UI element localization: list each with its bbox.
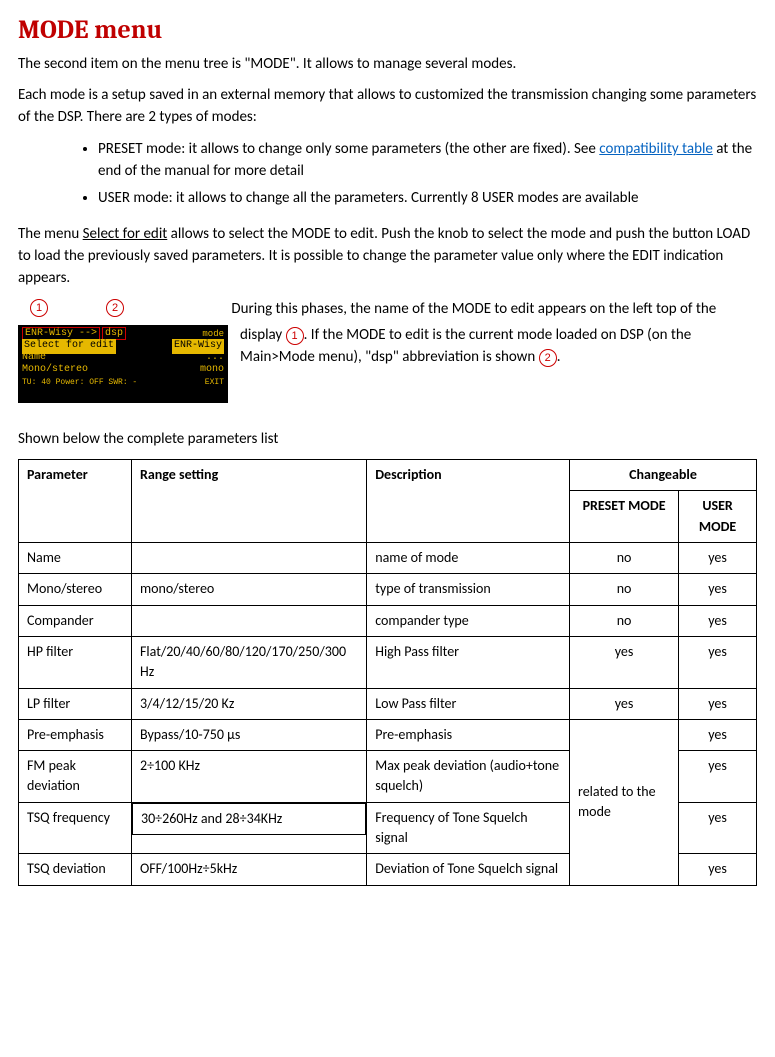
cell: yes <box>679 636 757 688</box>
lcd-row: Mono/stereo <box>22 363 88 378</box>
lcd-row-val: mono <box>200 363 224 378</box>
th-range: Range setting <box>131 460 366 543</box>
list-text: PRESET mode: it allows to change only so… <box>98 140 599 158</box>
cell: HP filter <box>19 636 132 688</box>
table-row: Pre-emphasis Bypass/10-750 µs Pre-emphas… <box>19 719 757 750</box>
th-preset-mode: PRESET MODE <box>570 491 679 543</box>
cell: Flat/20/40/60/80/120/170/250/300 Hz <box>131 636 366 688</box>
cell: 2÷100 KHz <box>131 751 366 803</box>
cell: yes <box>679 751 757 803</box>
cell: Name <box>19 543 132 574</box>
cell: Pre-emphasis <box>367 719 570 750</box>
text: The menu <box>18 225 83 243</box>
text: . If the MODE to edit is the current mod… <box>240 326 691 366</box>
cell: High Pass filter <box>367 636 570 688</box>
cell: OFF/100Hz÷5kHz <box>131 854 366 885</box>
cell-merged-preset: related to the mode <box>570 719 679 885</box>
fig-caption: display 1. If the MODE to edit is the cu… <box>228 325 757 369</box>
list-item: PRESET mode: it allows to change only so… <box>98 139 757 183</box>
cell: Pre-emphasis <box>19 719 132 750</box>
cell: yes <box>679 605 757 636</box>
figure-block: 1 2 During this phases, the name of the … <box>18 299 757 403</box>
callout-1-inline-icon: 1 <box>286 327 304 345</box>
cell: yes <box>679 574 757 605</box>
select-for-edit-label: Select for edit <box>83 225 168 243</box>
cell: mono/stereo <box>131 574 366 605</box>
cell: Deviation of Tone Squelch signal <box>367 854 570 885</box>
callout-2-inline-icon: 2 <box>539 349 557 367</box>
cell: LP filter <box>19 688 132 719</box>
lcd-exit: EXIT <box>205 377 224 389</box>
cell: name of mode <box>367 543 570 574</box>
cell: compander type <box>367 605 570 636</box>
text: display <box>240 326 286 344</box>
cell: TSQ deviation <box>19 854 132 885</box>
lcd-status: TU: 40 Power: OFF SWR: - <box>22 377 137 389</box>
table-row: LP filter 3/4/12/15/20 Kz Low Pass filte… <box>19 688 757 719</box>
cell: Frequency of Tone Squelch signal <box>367 802 570 854</box>
table-row: Compander compander type no yes <box>19 605 757 636</box>
cell: Low Pass filter <box>367 688 570 719</box>
th-description: Description <box>367 460 570 543</box>
cell: TSQ frequency <box>19 802 132 854</box>
callout-1-icon: 1 <box>30 299 48 317</box>
cell <box>131 605 366 636</box>
cell: no <box>570 543 679 574</box>
cell: yes <box>679 802 757 854</box>
cell: Max peak deviation (audio+tone squelch) <box>367 751 570 803</box>
text: . <box>557 348 561 366</box>
mode-types-list: PRESET mode: it allows to change only so… <box>18 139 757 210</box>
cell: Bypass/10-750 µs <box>131 719 366 750</box>
fig-intro: 1 2 During this phases, the name of the … <box>18 299 757 321</box>
table-row: Mono/stereo mono/stereo type of transmis… <box>19 574 757 605</box>
cell: 3/4/12/15/20 Kz <box>131 688 366 719</box>
table-header-row: Parameter Range setting Description Chan… <box>19 460 757 491</box>
cell <box>131 543 366 574</box>
para-select-edit: The menu Select for edit allows to selec… <box>18 224 757 289</box>
cell: yes <box>570 688 679 719</box>
page-title: MODE menu <box>18 12 757 50</box>
cell: no <box>570 605 679 636</box>
cell: no <box>570 574 679 605</box>
list-item: USER mode: it allows to change all the p… <box>98 188 757 210</box>
table-row: Name name of mode no yes <box>19 543 757 574</box>
parameters-table: Parameter Range setting Description Chan… <box>18 459 757 885</box>
cell: yes <box>679 854 757 885</box>
th-user-mode: USER MODE <box>679 491 757 543</box>
th-changeable: Changeable <box>570 460 757 491</box>
cell: Compander <box>19 605 132 636</box>
intro-para: The second item on the menu tree is "MOD… <box>18 54 757 76</box>
table-row: HP filter Flat/20/40/60/80/120/170/250/3… <box>19 636 757 688</box>
cell: FM peak deviation <box>19 751 132 803</box>
table-caption: Shown below the complete parameters list <box>18 429 757 451</box>
para-modes: Each mode is a setup saved in an externa… <box>18 85 757 129</box>
cell: 30÷260Hz and 28÷34KHz <box>132 803 366 835</box>
cell: yes <box>570 636 679 688</box>
cell: yes <box>679 688 757 719</box>
cell: yes <box>679 543 757 574</box>
callout-2-icon: 2 <box>106 299 124 317</box>
th-parameter: Parameter <box>19 460 132 543</box>
display-screenshot: ENR-Wisy -->dsp mode Select for editENR-… <box>18 325 228 403</box>
fig-top-text: During this phases, the name of the MODE… <box>231 300 716 318</box>
cell: yes <box>679 719 757 750</box>
cell: Mono/stereo <box>19 574 132 605</box>
cell: type of transmission <box>367 574 570 605</box>
compatibility-table-link[interactable]: compatibility table <box>599 140 713 158</box>
